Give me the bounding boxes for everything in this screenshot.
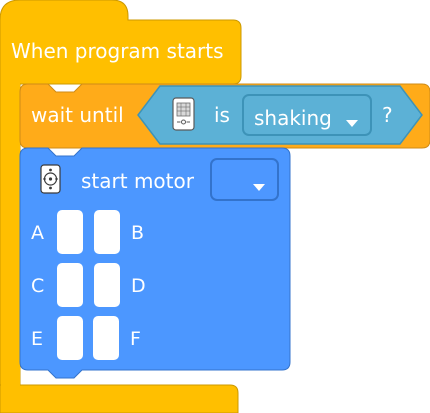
hat-block-left-fill <box>1 60 20 412</box>
wait-until-label: wait until <box>31 103 124 127</box>
hat-block-bottom <box>0 384 239 413</box>
port-f-toggle[interactable] <box>93 316 119 360</box>
hat-block-label: When program starts <box>11 39 224 63</box>
gesture-dropdown[interactable]: shaking <box>242 94 372 136</box>
direction-dropdown[interactable] <box>210 158 279 201</box>
port-label-a: A <box>31 222 44 244</box>
port-label-f: F <box>130 328 141 350</box>
port-d-toggle[interactable] <box>94 263 120 307</box>
chevron-down-icon <box>346 112 358 131</box>
port-e-toggle[interactable] <box>57 316 83 360</box>
port-b-toggle[interactable] <box>94 210 120 254</box>
port-label-b: B <box>131 222 145 244</box>
port-label-c: C <box>31 275 45 297</box>
is-label: is <box>214 103 230 127</box>
port-a-toggle[interactable] <box>57 210 83 254</box>
motor-icon <box>40 164 61 194</box>
gesture-dropdown-value: shaking <box>254 106 332 130</box>
port-label-d: D <box>131 275 146 297</box>
port-c-toggle[interactable] <box>57 263 83 307</box>
port-label-e: E <box>31 328 44 350</box>
chevron-down-icon <box>253 176 265 195</box>
hub-icon <box>172 97 195 131</box>
start-motor-label: start motor <box>81 169 194 193</box>
question-mark-label: ? <box>382 103 393 127</box>
